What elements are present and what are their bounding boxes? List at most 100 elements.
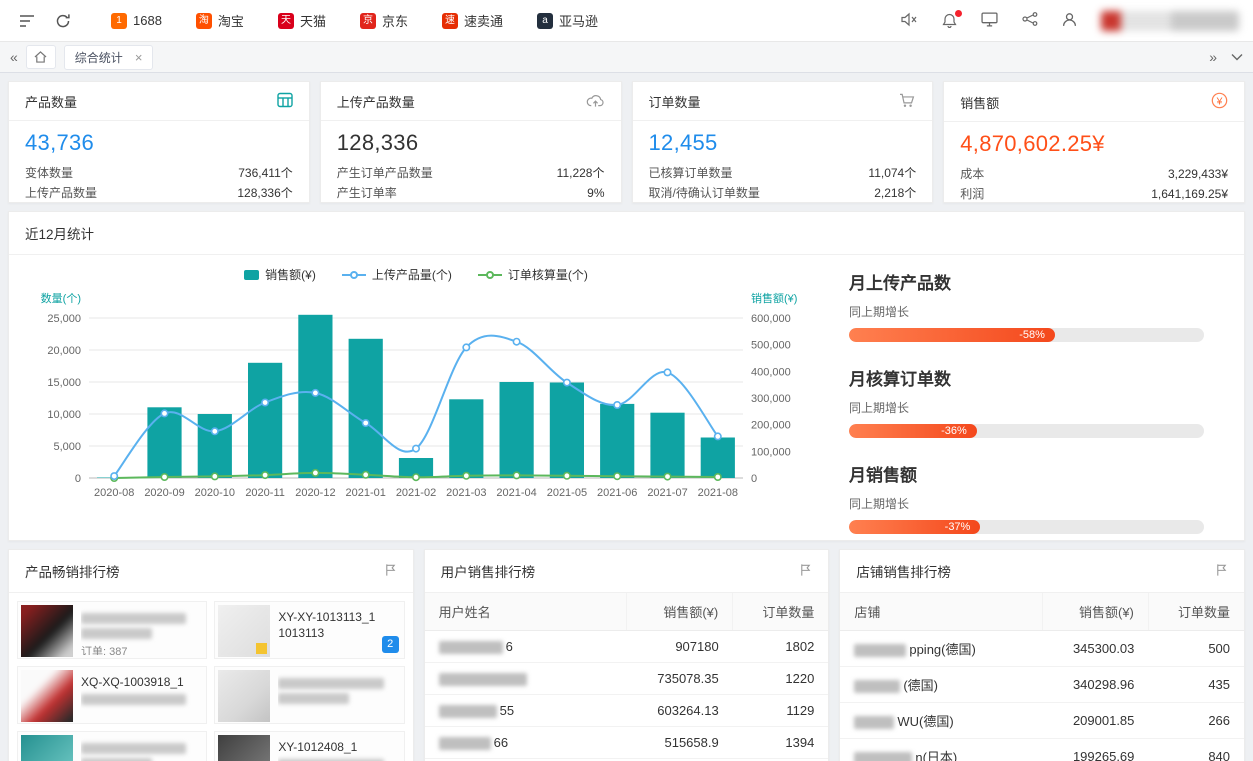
redacted-name [439, 737, 491, 750]
svg-text:2021-01: 2021-01 [346, 487, 386, 499]
home-tab-button[interactable] [26, 45, 56, 69]
growth-progress-fill: -37% [849, 520, 980, 534]
stat-sub-value: 1,641,169.25¥ [1151, 184, 1228, 204]
redacted-text [81, 613, 186, 624]
stat-main-value: 4,870,602.25¥ [960, 131, 1228, 157]
stat-card-3: 订单数量 12,455已核算订单数量11,074个取消/待确认订单数量2,218… [632, 81, 934, 203]
legend-bar-marker [244, 270, 259, 280]
stat-card-title: 产品数量 [25, 92, 77, 111]
name-visible-suffix: WU(德国) [897, 714, 953, 729]
user-ranking-panel: 用户销售排行榜 用户姓名销售额(¥)订单数量 6 907180 1802 735… [424, 549, 830, 761]
stat-card-4: 销售额 ¥ 4,870,602.25¥成本3,229,433¥利润1,641,1… [943, 81, 1245, 203]
panel-title: 近12月统计 [25, 223, 94, 243]
redacted-text [81, 694, 186, 705]
orders-value: 1802 [733, 631, 829, 663]
legend-line-marker [478, 274, 502, 276]
name-visible-suffix: 6 [506, 639, 513, 654]
table-row[interactable]: 55 603264.13 1129 [425, 695, 829, 727]
marketplace-taobao-icon: 淘 [196, 13, 212, 29]
collapse-tabs-icon[interactable]: « [10, 49, 18, 65]
growth-item-1: 月上传产品数 同上期增长 -58% [849, 269, 1204, 342]
svg-text:400,000: 400,000 [751, 366, 791, 378]
stat-main-value: 43,736 [25, 130, 293, 156]
legend-item[interactable]: 销售额(¥) [244, 266, 316, 283]
svg-text:2020-09: 2020-09 [144, 487, 184, 499]
growth-subtitle: 同上期增长 [849, 399, 1204, 416]
table-row[interactable]: 66 515658.9 1394 [425, 727, 829, 759]
table-row[interactable]: (德国) 340298.96 435 [840, 667, 1244, 703]
growth-title: 月核算订单数 [849, 365, 1204, 390]
expand-tabs-icon[interactable]: » [1209, 49, 1217, 65]
marketplace-tab-速卖通[interactable]: 速速卖通 [425, 0, 520, 42]
marketplace-tab-天猫[interactable]: 天天猫 [261, 0, 343, 42]
legend-item[interactable]: 订单核算量(个) [478, 266, 588, 283]
name-visible-suffix: pping(德国) [909, 642, 975, 657]
marketplace-tab-京东[interactable]: 京京东 [343, 0, 425, 42]
svg-text:100,000: 100,000 [751, 446, 791, 458]
flag-icon[interactable] [384, 563, 397, 580]
legend-item[interactable]: 上传产品量(个) [342, 266, 452, 283]
stat-sub-label: 已核算订单数量 [649, 163, 733, 183]
redacted-text [278, 678, 383, 689]
marketplace-tab-亚马逊[interactable]: a亚马逊 [520, 0, 615, 42]
sales-value: 199265.69 [1042, 739, 1148, 761]
growth-title: 月上传产品数 [849, 269, 1204, 294]
column-header: 店铺 [840, 593, 1042, 631]
product-card[interactable]: XY-XY-1013113_110131132 [214, 601, 404, 659]
growth-value: -37% [945, 521, 971, 533]
mute-icon[interactable] [901, 12, 918, 30]
product-card[interactable]: XY-1012408_1 [214, 731, 404, 761]
user-account-redacted[interactable] [1101, 11, 1239, 31]
tab-menu-chevron-icon[interactable] [1231, 53, 1243, 61]
svg-text:10,000: 10,000 [47, 409, 81, 421]
column-header: 销售额(¥) [1042, 593, 1148, 631]
user-icon[interactable] [1062, 12, 1077, 30]
legend-label: 订单核算量(个) [508, 266, 588, 283]
marketplace-label: 天猫 [300, 11, 326, 30]
redacted-text [278, 693, 349, 704]
marketplace-tab-1688[interactable]: 11688 [94, 0, 179, 42]
stat-sub-value: 11,074个 [868, 163, 916, 183]
stat-sub-value: 11,228个 [557, 163, 605, 183]
trend-chart[interactable]: 销售额(¥)上传产品量(个)订单核算量(个) 05,00010,00015,00… [17, 259, 815, 557]
table-row[interactable]: WU(德国) 209001.85 266 [840, 703, 1244, 739]
table-row[interactable]: 6 907180 1802 [425, 631, 829, 663]
notification-bell-icon[interactable] [942, 13, 957, 28]
growth-progress-fill: -36% [849, 424, 977, 438]
refresh-icon[interactable] [50, 8, 76, 34]
redacted-name [439, 705, 497, 718]
home-icon [34, 51, 47, 63]
monitor-icon[interactable] [981, 12, 998, 30]
product-card[interactable] [214, 666, 404, 724]
ranking-panels-row: 产品畅销排行榜 订单: 387XY-XY-1013113_110131132XQ… [8, 549, 1245, 761]
stat-main-value: 12,455 [649, 130, 917, 156]
product-card[interactable]: 订单: 387 [17, 601, 207, 659]
product-image [218, 605, 270, 657]
redacted-name [854, 716, 894, 729]
product-sku: XY-1012408_1 [278, 739, 400, 755]
growth-progress-track: -36% [849, 424, 1204, 438]
growth-progress-fill: -58% [849, 328, 1055, 342]
table-row[interactable]: n(日本) 199265.69 840 [840, 739, 1244, 761]
tab-close-icon[interactable]: × [135, 50, 143, 65]
stat-card-1: 产品数量 43,736变体数量736,411个上传产品数量128,336个 [8, 81, 310, 203]
panel-title: 用户销售排行榜 [441, 561, 536, 581]
product-card[interactable] [17, 731, 207, 761]
table-row[interactable]: 735078.35 1220 [425, 663, 829, 695]
flag-icon[interactable] [1215, 563, 1228, 580]
redacted-name [439, 673, 527, 686]
menu-icon[interactable] [14, 8, 40, 34]
column-header: 用户姓名 [425, 593, 627, 631]
marketplace-label: 速卖通 [464, 11, 503, 30]
table-row[interactable]: pping(德国) 345300.03 500 [840, 631, 1244, 667]
product-image [21, 605, 73, 657]
stat-sub-value: 3,229,433¥ [1168, 164, 1228, 184]
marketplace-tab-淘宝[interactable]: 淘淘宝 [179, 0, 261, 42]
sales-value: 345300.03 [1042, 631, 1148, 667]
share-nodes-icon[interactable] [1022, 12, 1038, 29]
name-visible-suffix: 55 [500, 703, 514, 718]
tab-summary-statistics[interactable]: 综合统计 × [64, 45, 154, 70]
flag-icon[interactable] [799, 563, 812, 580]
growth-value: -36% [941, 425, 967, 437]
product-card[interactable]: XQ-XQ-1003918_1 [17, 666, 207, 724]
